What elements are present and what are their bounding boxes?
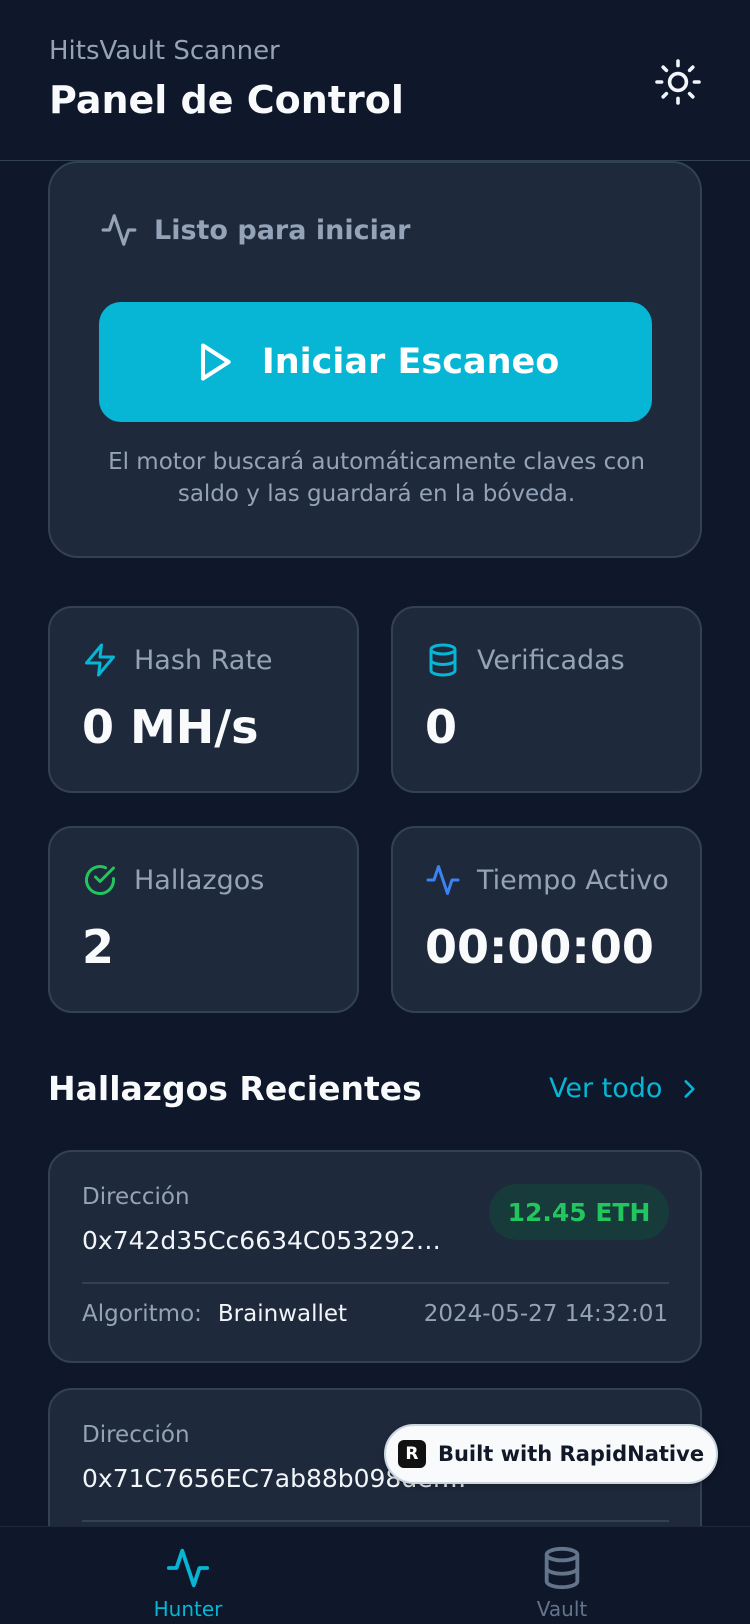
stat-label: Tiempo Activo (477, 864, 669, 896)
play-icon (200, 343, 231, 381)
scanner-description: El motor buscará automáticamente claves … (108, 449, 645, 507)
stat-label: Verificadas (477, 644, 625, 676)
app-subtitle: HitsVault Scanner (49, 36, 280, 66)
divider (82, 1282, 669, 1284)
activity-icon (426, 865, 460, 895)
algorithm-label: Algoritmo: (82, 1301, 202, 1327)
rapidnative-logo: R (397, 1440, 426, 1468)
algorithm-info: Algoritmo: Brainwallet (82, 1301, 347, 1327)
stat-label: Hash Rate (134, 644, 273, 676)
address-label: Dirección (82, 1184, 190, 1210)
stat-value: 0 (425, 700, 458, 754)
zap-icon (85, 643, 115, 677)
scanner-control-card: Listo para iniciar Iniciar Escaneo El mo… (48, 161, 702, 558)
activity-icon (166, 1548, 210, 1588)
built-with-text: Built with RapidNative (437, 1442, 705, 1466)
algorithm-value: Brainwallet (217, 1301, 348, 1327)
sun-icon (655, 59, 701, 105)
see-all-link[interactable]: Ver todo (549, 1073, 702, 1104)
tab-label: Vault (536, 1597, 588, 1621)
bottom-tab-bar: Hunter Vault (0, 1526, 750, 1624)
activity-icon (101, 214, 137, 246)
start-scan-button[interactable]: Iniciar Escaneo (99, 302, 652, 422)
scanner-status: Listo para iniciar (100, 211, 410, 249)
stat-card-hash-rate: Hash Rate 0 MH/s (48, 606, 359, 793)
balance-badge: 12.45 ETH (489, 1184, 669, 1240)
page-title: Panel de Control (49, 78, 404, 122)
theme-toggle-button[interactable] (652, 56, 704, 108)
start-scan-label: Iniciar Escaneo (261, 342, 560, 382)
stat-card-verified: Verificadas 0 (391, 606, 702, 793)
address-label: Dirección (82, 1422, 190, 1448)
check-circle-icon (85, 865, 115, 895)
finding-date: 2024-05-27 14:32:01 (423, 1301, 668, 1327)
database-icon (544, 1546, 580, 1590)
wallet-address: 0x742d35Cc6634C0532925a3b844Bc454e4438f4… (82, 1226, 444, 1255)
recent-findings-title: Hallazgos Recientes (48, 1069, 422, 1108)
stat-value: 0 MH/s (82, 700, 259, 754)
scanner-status-text: Listo para iniciar (154, 214, 411, 246)
stat-label: Hallazgos (134, 864, 265, 896)
tab-hunter[interactable]: Hunter (128, 1545, 248, 1621)
stat-card-uptime: Tiempo Activo 00:00:00 (391, 826, 702, 1013)
database-icon (429, 643, 457, 677)
built-with-badge[interactable]: R Built with RapidNative (384, 1424, 718, 1484)
tab-label: Hunter (153, 1597, 223, 1621)
header: HitsVault Scanner Panel de Control (0, 0, 750, 161)
finding-card[interactable]: Dirección 0x742d35Cc6634C0532925a3b844Bc… (48, 1150, 702, 1363)
chevron-right-icon (684, 1079, 696, 1098)
see-all-label: Ver todo (549, 1073, 663, 1104)
dashboard-content[interactable]: Listo para iniciar Iniciar Escaneo El mo… (0, 161, 750, 1526)
tab-vault[interactable]: Vault (502, 1545, 622, 1621)
stat-value: 2 (82, 920, 115, 974)
stat-card-findings: Hallazgos 2 (48, 826, 359, 1013)
stat-value: 00:00:00 (425, 920, 654, 974)
divider (82, 1520, 669, 1522)
